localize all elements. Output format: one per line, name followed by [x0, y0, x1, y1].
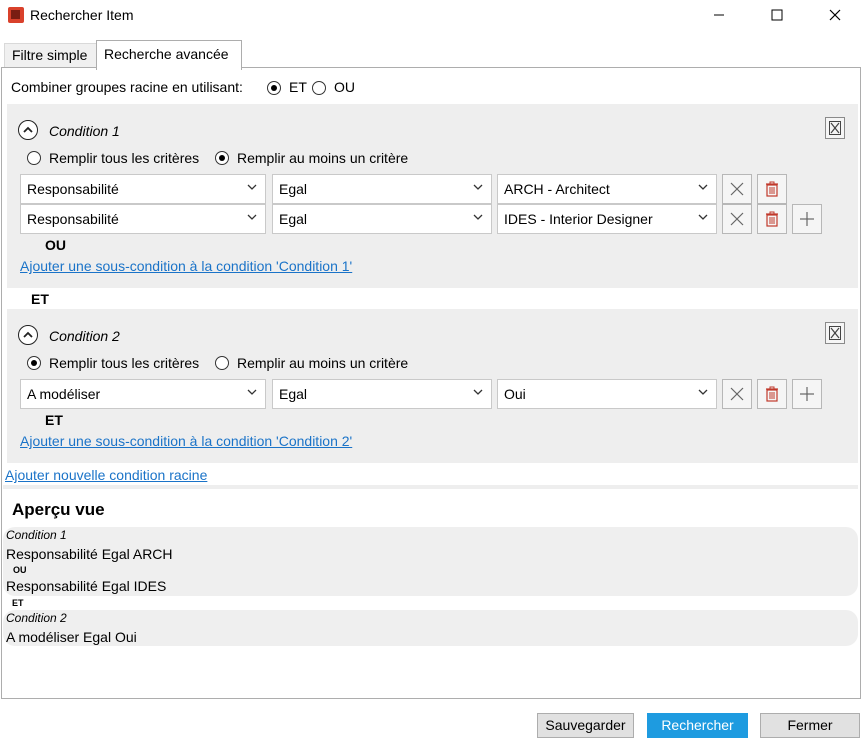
maximize-button[interactable] — [754, 0, 800, 30]
chevron-down-icon — [247, 184, 257, 190]
delete-criterion-button[interactable] — [757, 204, 787, 234]
add-criterion-button[interactable] — [792, 379, 822, 409]
collapse-up-icon[interactable] — [18, 120, 38, 140]
add-root-condition-link[interactable]: Ajouter nouvelle condition racine — [5, 467, 207, 483]
operator-select[interactable]: Egal — [272, 204, 492, 234]
collapse-up-icon[interactable] — [18, 325, 38, 345]
field-select[interactable]: Responsabilité — [20, 204, 266, 234]
preview-joiner: OU — [13, 565, 27, 575]
condition-title: Condition 1 — [49, 123, 120, 139]
maximize-icon — [771, 9, 783, 21]
preview-line: Responsabilité Egal ARCH — [6, 546, 173, 562]
trash-icon — [766, 386, 778, 402]
tab-strip: Filtre simple Recherche avancée — [0, 40, 862, 70]
match-any-radio[interactable] — [215, 151, 229, 165]
tab-recherche-avancee[interactable]: Recherche avancée — [96, 40, 242, 70]
divider — [3, 485, 858, 489]
close-icon — [829, 9, 841, 21]
close-window-button[interactable] — [812, 0, 858, 30]
operator-value: Egal — [279, 386, 308, 402]
criteria-joiner: OU — [45, 237, 66, 253]
clear-criterion-button[interactable] — [722, 174, 752, 204]
preview-line: A modéliser Egal Oui — [6, 629, 137, 645]
operator-value: Egal — [279, 211, 308, 227]
delete-criterion-button[interactable] — [757, 379, 787, 409]
add-subcondition-link[interactable]: Ajouter une sous-condition à la conditio… — [20, 433, 352, 449]
preview-line: Responsabilité Egal IDES — [6, 578, 167, 594]
operator-value: Egal — [279, 181, 308, 197]
condition-group-2: Condition 2 Remplir tous les critères Re… — [7, 309, 858, 463]
remove-condition-icon — [829, 326, 841, 340]
minimize-button[interactable] — [696, 0, 742, 30]
plus-icon — [800, 387, 814, 401]
chevron-down-icon — [473, 214, 483, 220]
preview-group-2: Condition 2 A modéliser Egal Oui — [3, 610, 858, 646]
preview-title: Aperçu vue — [12, 500, 105, 519]
minimize-icon — [714, 14, 724, 16]
match-any-label: Remplir au moins un critère — [237, 355, 409, 371]
remove-condition-button[interactable] — [825, 322, 845, 344]
value-value: ARCH - Architect — [504, 181, 610, 197]
delete-criterion-button[interactable] — [757, 174, 787, 204]
plus-icon — [800, 212, 814, 226]
value-select[interactable]: Oui — [497, 379, 717, 409]
app-icon — [8, 7, 24, 23]
chevron-down-icon — [698, 184, 708, 190]
chevron-down-icon — [698, 214, 708, 220]
match-all-label: Remplir tous les critères — [49, 355, 200, 371]
condition-title: Condition 2 — [49, 328, 120, 344]
chevron-down-icon — [698, 389, 708, 395]
preview-group-1: Condition 1 Responsabilité Egal ARCH OU … — [3, 527, 858, 596]
field-value: Responsabilité — [27, 211, 119, 227]
field-value: A modéliser — [27, 386, 101, 402]
close-button[interactable]: Fermer — [760, 713, 860, 738]
match-any-label: Remplir au moins un critère — [237, 150, 409, 166]
clear-icon — [730, 387, 744, 401]
combine-ou-radio[interactable] — [312, 81, 326, 95]
value-value: Oui — [504, 386, 526, 402]
remove-condition-button[interactable] — [825, 117, 845, 139]
preview-root-joiner: ET — [12, 598, 24, 608]
remove-condition-icon — [829, 121, 841, 135]
match-any-radio[interactable] — [215, 356, 229, 370]
criteria-joiner: ET — [45, 412, 63, 428]
combine-et-radio[interactable] — [267, 81, 281, 95]
field-select[interactable]: A modéliser — [20, 379, 266, 409]
tab-filtre-simple[interactable]: Filtre simple — [4, 43, 97, 68]
trash-icon — [766, 211, 778, 227]
chevron-down-icon — [473, 184, 483, 190]
chevron-down-icon — [247, 389, 257, 395]
trash-icon — [766, 181, 778, 197]
window-title: Rechercher Item — [30, 7, 134, 23]
preview-condition-title: Condition 2 — [6, 611, 67, 625]
preview-condition-title: Condition 1 — [6, 528, 67, 542]
clear-icon — [730, 182, 744, 196]
combine-et-label: ET — [289, 79, 307, 95]
advanced-search-panel: Combiner groupes racine en utilisant: ET… — [1, 67, 861, 699]
value-select[interactable]: ARCH - Architect — [497, 174, 717, 204]
add-subcondition-link[interactable]: Ajouter une sous-condition à la conditio… — [20, 258, 352, 274]
operator-select[interactable]: Egal — [272, 174, 492, 204]
clear-criterion-button[interactable] — [722, 204, 752, 234]
chevron-down-icon — [247, 214, 257, 220]
combine-label: Combiner groupes racine en utilisant: — [11, 79, 243, 95]
combine-ou-label: OU — [334, 79, 355, 95]
root-joiner: ET — [31, 291, 49, 307]
match-all-radio[interactable] — [27, 356, 41, 370]
value-select[interactable]: IDES - Interior Designer — [497, 204, 717, 234]
value-value: IDES - Interior Designer — [504, 211, 653, 227]
save-button[interactable]: Sauvegarder — [537, 713, 634, 738]
chevron-down-icon — [473, 389, 483, 395]
match-all-radio[interactable] — [27, 151, 41, 165]
add-criterion-button[interactable] — [792, 204, 822, 234]
clear-icon — [730, 212, 744, 226]
field-select[interactable]: Responsabilité — [20, 174, 266, 204]
match-all-label: Remplir tous les critères — [49, 150, 200, 166]
title-bar: Rechercher Item — [0, 0, 862, 32]
condition-group-1: Condition 1 Remplir tous les critères Re… — [7, 104, 858, 288]
clear-criterion-button[interactable] — [722, 379, 752, 409]
operator-select[interactable]: Egal — [272, 379, 492, 409]
field-value: Responsabilité — [27, 181, 119, 197]
search-button[interactable]: Rechercher — [647, 713, 748, 738]
